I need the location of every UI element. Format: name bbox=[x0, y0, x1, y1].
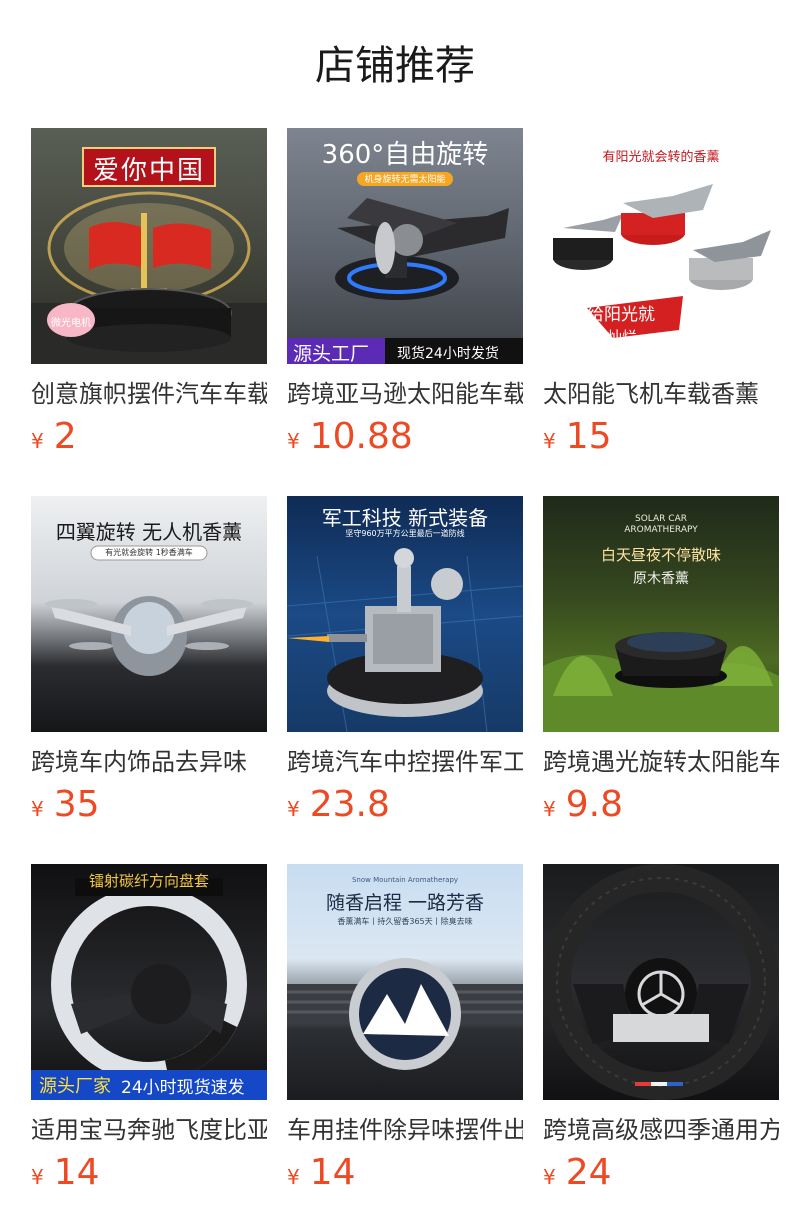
product-price: 14 bbox=[53, 1152, 100, 1193]
product-name[interactable]: 跨境车内饰品去异味 bbox=[31, 746, 267, 778]
product-card[interactable]: 360°自由旋转 机身旋转无需太阳能 源头工厂 现货24小时发货 跨境亚马逊太阳… bbox=[287, 128, 523, 458]
currency-symbol: ¥ bbox=[31, 429, 44, 453]
product-image[interactable]: 360°自由旋转 机身旋转无需太阳能 源头工厂 现货24小时发货 bbox=[287, 128, 523, 364]
image-subheadline: 有光就会旋转 1秒香满车 bbox=[105, 548, 193, 557]
image-badge-line1: 给阳光就 bbox=[587, 305, 655, 325]
price-row: ¥ 2 bbox=[31, 415, 77, 459]
product-card[interactable]: 有阳光就会转的香薰 给阳光就 灿烂 太阳能飞机车载香薰 ¥ 15 bbox=[543, 128, 779, 458]
image-subheadline: 坚守960万平方公里最后一道防线 bbox=[345, 529, 465, 538]
product-image[interactable]: Snow Mountain Aromatherapy 随香启程 一路芳香 香薰满… bbox=[287, 864, 523, 1100]
product-image[interactable] bbox=[543, 864, 779, 1100]
price-row: ¥ 9.8 bbox=[543, 783, 623, 827]
product-card[interactable]: 跨境高级感四季通用方 ¥ 24 bbox=[543, 864, 779, 1194]
image-headline: 军工科技 新式装备 bbox=[321, 506, 489, 530]
image-footer-right: 24小时现货速发 bbox=[121, 1078, 245, 1098]
product-card[interactable]: 镭射碳纤方向盘套 源头厂家 24小时现货速发 适用宝马奔驰飞度比亚 ¥ 14 bbox=[31, 864, 267, 1194]
currency-symbol: ¥ bbox=[287, 1165, 300, 1189]
currency-symbol: ¥ bbox=[543, 429, 556, 453]
price-row: ¥ 10.88 bbox=[287, 415, 413, 459]
currency-symbol: ¥ bbox=[31, 797, 44, 821]
product-name[interactable]: 适用宝马奔驰飞度比亚 bbox=[31, 1114, 267, 1146]
product-card[interactable]: 军工科技 新式装备 坚守960万平方公里最后一道防线 跨境汽车中控摆件军工 ¥ … bbox=[287, 496, 523, 826]
product-name[interactable]: 跨境汽车中控摆件军工 bbox=[287, 746, 523, 778]
image-subheadline: 机身旋转无需太阳能 bbox=[364, 175, 446, 185]
image-brand: Snow Mountain Aromatherapy bbox=[351, 876, 459, 884]
image-headline: 四翼旋转 无人机香薰 bbox=[55, 520, 243, 544]
image-badge: 微光电机 bbox=[51, 318, 91, 329]
image-brand-line2: AROMATHERAPY bbox=[624, 525, 698, 535]
product-card[interactable]: 爱你中国 微光电机 创意旗帜摆件汽车车载 ¥ 2 bbox=[31, 128, 267, 458]
currency-symbol: ¥ bbox=[287, 429, 300, 453]
image-headline: 有阳光就会转的香薰 bbox=[602, 150, 720, 165]
page-title: 店铺推荐 bbox=[315, 43, 475, 89]
currency-symbol: ¥ bbox=[543, 797, 556, 821]
product-name[interactable]: 跨境遇光旋转太阳能车 bbox=[543, 746, 779, 778]
product-name[interactable]: 跨境高级感四季通用方 bbox=[543, 1114, 779, 1146]
price-row: ¥ 35 bbox=[31, 783, 100, 827]
product-price: 23.8 bbox=[309, 784, 390, 825]
image-subheadline: 香薰满车丨持久留香365天丨除臭去味 bbox=[337, 917, 473, 926]
currency-symbol: ¥ bbox=[31, 1165, 44, 1189]
product-price: 10.88 bbox=[309, 416, 413, 457]
product-price: 2 bbox=[53, 416, 77, 457]
image-footer-left: 源头工厂 bbox=[293, 343, 370, 364]
image-footer-left: 源头厂家 bbox=[39, 1076, 111, 1097]
product-image[interactable]: 镭射碳纤方向盘套 源头厂家 24小时现货速发 bbox=[31, 864, 267, 1100]
product-price: 15 bbox=[565, 416, 612, 457]
image-brand-line1: SOLAR CAR bbox=[635, 514, 687, 524]
price-row: ¥ 14 bbox=[287, 1151, 356, 1195]
product-price: 35 bbox=[53, 784, 100, 825]
product-name[interactable]: 车用挂件除异味摆件出 bbox=[287, 1114, 523, 1146]
product-card[interactable]: Snow Mountain Aromatherapy 随香启程 一路芳香 香薰满… bbox=[287, 864, 523, 1194]
price-row: ¥ 14 bbox=[31, 1151, 100, 1195]
image-subheadline: 原木香薰 bbox=[633, 571, 689, 587]
product-card[interactable]: SOLAR CAR AROMATHERAPY 白天昼夜不停散味 原木香薰 跨境遇… bbox=[543, 496, 779, 826]
currency-symbol: ¥ bbox=[543, 1165, 556, 1189]
price-row: ¥ 24 bbox=[543, 1151, 612, 1195]
currency-symbol: ¥ bbox=[287, 797, 300, 821]
price-row: ¥ 23.8 bbox=[287, 783, 390, 827]
product-price: 24 bbox=[565, 1152, 612, 1193]
image-footer-right: 现货24小时发货 bbox=[397, 346, 499, 362]
product-name[interactable]: 创意旗帜摆件汽车车载 bbox=[31, 378, 267, 410]
image-headline: 镭射碳纤方向盘套 bbox=[88, 872, 209, 890]
product-name[interactable]: 太阳能飞机车载香薰 bbox=[543, 378, 779, 410]
image-headline: 爱你中国 bbox=[92, 156, 205, 186]
product-image[interactable]: 爱你中国 微光电机 bbox=[31, 128, 267, 364]
image-headline: 随香启程 一路芳香 bbox=[325, 892, 485, 914]
product-price: 14 bbox=[309, 1152, 356, 1193]
image-headline: 360°自由旋转 bbox=[321, 140, 489, 170]
image-headline: 白天昼夜不停散味 bbox=[600, 546, 721, 564]
product-card[interactable]: 四翼旋转 无人机香薰 有光就会旋转 1秒香满车 跨境车内饰品去异味 ¥ 35 bbox=[31, 496, 267, 826]
product-price: 9.8 bbox=[565, 784, 623, 825]
product-image[interactable]: 有阳光就会转的香薰 给阳光就 灿烂 bbox=[543, 128, 779, 364]
product-image[interactable]: 军工科技 新式装备 坚守960万平方公里最后一道防线 bbox=[287, 496, 523, 732]
product-image[interactable]: 四翼旋转 无人机香薰 有光就会旋转 1秒香满车 bbox=[31, 496, 267, 732]
product-image[interactable]: SOLAR CAR AROMATHERAPY 白天昼夜不停散味 原木香薰 bbox=[543, 496, 779, 732]
price-row: ¥ 15 bbox=[543, 415, 612, 459]
product-name[interactable]: 跨境亚马逊太阳能车载 bbox=[287, 378, 523, 410]
image-badge-line2: 灿烂 bbox=[607, 328, 638, 346]
